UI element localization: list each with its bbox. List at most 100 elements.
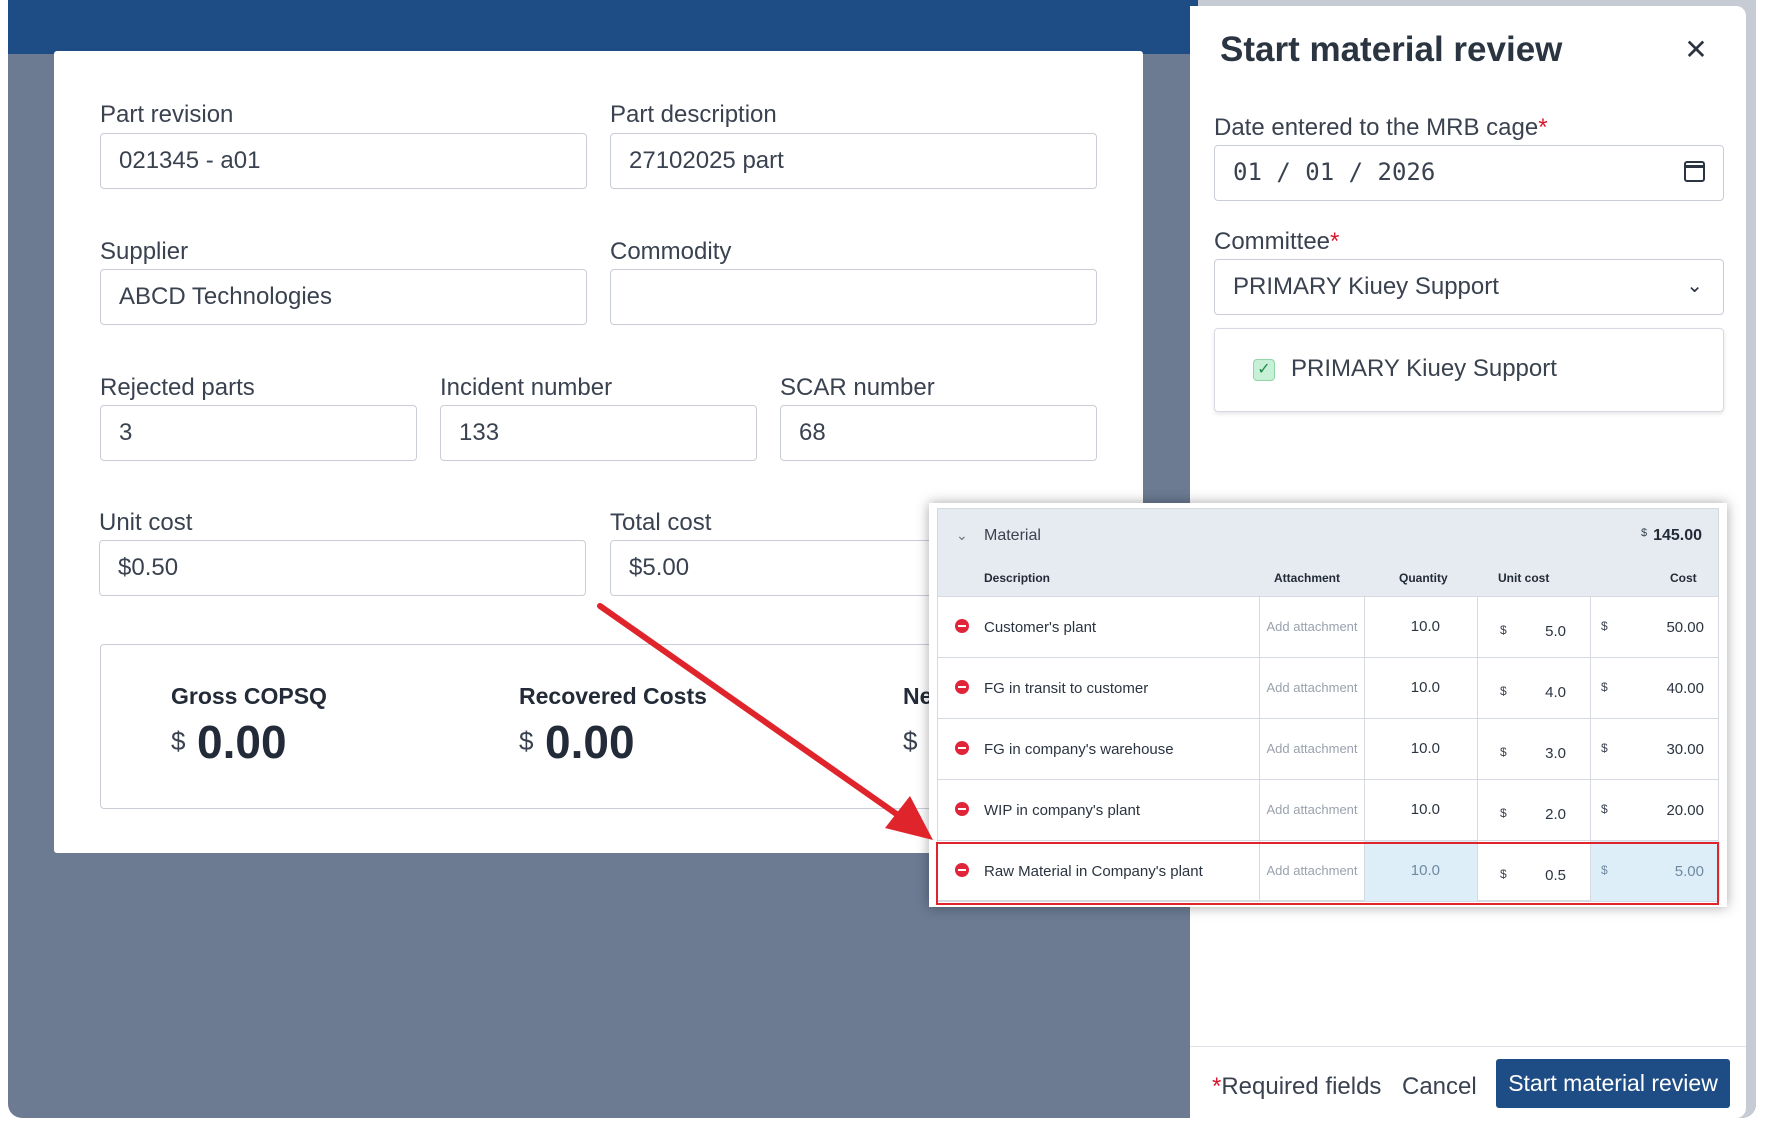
gross-copsq-value: 0.00 xyxy=(197,716,287,768)
add-attachment-link[interactable]: Add attachment xyxy=(1259,658,1365,718)
row-description: Customer's plant xyxy=(984,619,1097,636)
remove-row-icon[interactable] xyxy=(955,619,969,633)
material-title: Material xyxy=(984,527,1041,544)
scar-number-field[interactable]: 68 xyxy=(780,405,1097,461)
unit-cost-field[interactable]: $0.50 xyxy=(99,540,586,596)
currency-symbol: $ xyxy=(1500,806,1507,820)
cost-value: 30.00 xyxy=(1666,741,1704,758)
cost-cell: $50.00 xyxy=(1591,597,1720,657)
unit-cost-value: 2.0 xyxy=(1545,806,1566,823)
part-description-label: Part description xyxy=(610,101,777,128)
row-description: Raw Material in Company's plant xyxy=(984,863,1203,880)
remove-row-icon[interactable] xyxy=(955,863,969,877)
quantity-input[interactable]: 10.0 xyxy=(1365,841,1478,901)
quantity-input[interactable]: 10.0 xyxy=(1365,658,1478,718)
currency-symbol: $ xyxy=(1601,802,1608,816)
committee-select[interactable]: PRIMARY Kiuey Support ⌄ xyxy=(1214,259,1724,315)
quantity-input[interactable]: 10.0 xyxy=(1365,780,1478,840)
unit-cost-input[interactable]: $3.0 xyxy=(1478,719,1591,779)
col-quantity: Quantity xyxy=(1399,571,1448,585)
date-value: 01 / 01 / 2026 xyxy=(1233,158,1436,186)
unit-cost-value: 0.5 xyxy=(1545,867,1566,884)
cost-value: 5.00 xyxy=(1674,863,1704,880)
supplier-field[interactable]: ABCD Technologies xyxy=(100,269,587,325)
remove-row-icon[interactable] xyxy=(955,741,969,755)
unit-cost-value: 3.0 xyxy=(1545,745,1566,762)
committee-label: Committee* xyxy=(1214,228,1340,255)
col-unit-cost: Unit cost xyxy=(1498,571,1550,585)
chevron-down-icon[interactable]: ⌄ xyxy=(956,527,968,544)
quantity-input[interactable]: 10.0 xyxy=(1365,719,1478,779)
recovered-costs-value: 0.00 xyxy=(545,716,635,768)
cost-value: 50.00 xyxy=(1666,619,1704,636)
add-attachment-link[interactable]: Add attachment xyxy=(1259,780,1365,840)
recovered-currency: $ xyxy=(519,726,534,756)
commodity-field[interactable] xyxy=(610,269,1097,325)
part-revision-field[interactable]: 021345 - a01 xyxy=(100,133,587,189)
unit-cost-input[interactable]: $4.0 xyxy=(1478,658,1591,718)
unit-cost-value: 4.0 xyxy=(1545,684,1566,701)
add-attachment-link[interactable]: Add attachment xyxy=(1259,597,1365,657)
material-inset: ⌄ Material $145.00 Description Attachmen… xyxy=(929,503,1727,907)
table-row: FG in company's warehouse Add attachment 1… xyxy=(938,719,1718,780)
net-currency: $ xyxy=(903,726,918,756)
committee-option-card: ✓ PRIMARY Kiuey Support xyxy=(1214,328,1724,412)
material-total: $145.00 xyxy=(1640,527,1702,544)
incident-number-label: Incident number xyxy=(440,374,613,401)
unit-cost-input[interactable]: $5.0 xyxy=(1478,597,1591,657)
cost-value: 20.00 xyxy=(1666,802,1704,819)
commodity-label: Commodity xyxy=(610,238,732,265)
cost-cell: $20.00 xyxy=(1591,780,1720,840)
rejected-parts-field[interactable]: 3 xyxy=(100,405,417,461)
part-revision-label: Part revision xyxy=(100,101,234,128)
close-icon[interactable]: ✕ xyxy=(1678,32,1714,68)
table-row: Customer's plant Add attachment 10.0 $5.0 $5… xyxy=(938,597,1718,658)
table-row: Raw Material in Company's plant Add attac… xyxy=(938,841,1720,902)
panel-title: Start material review xyxy=(1220,30,1563,69)
currency-symbol: $ xyxy=(1601,680,1608,694)
incident-number-field[interactable]: 133 xyxy=(440,405,757,461)
date-label: Date entered to the MRB cage* xyxy=(1214,114,1548,141)
table-row: WIP in company's plant Add attachment 10.0… xyxy=(938,780,1718,841)
remove-row-icon[interactable] xyxy=(955,680,969,694)
cost-cell: $40.00 xyxy=(1591,658,1720,718)
cost-value: 40.00 xyxy=(1666,680,1704,697)
currency-symbol: $ xyxy=(1500,684,1507,698)
chevron-down-icon: ⌄ xyxy=(1686,275,1703,297)
table-row: FG in transit to customer Add attachment 1… xyxy=(938,658,1718,719)
col-cost: Cost xyxy=(1670,571,1697,585)
unit-cost-input[interactable]: $2.0 xyxy=(1478,780,1591,840)
required-fields-note: *Required fields xyxy=(1212,1073,1382,1100)
currency-symbol: $ xyxy=(1500,745,1507,759)
material-header: ⌄ Material $145.00 Description Attachmen… xyxy=(938,509,1718,597)
col-attachment: Attachment xyxy=(1274,571,1341,585)
row-description: WIP in company's plant xyxy=(984,802,1140,819)
unit-cost-label: Unit cost xyxy=(99,509,193,536)
unit-cost-value: 5.0 xyxy=(1545,623,1566,640)
currency-symbol: $ xyxy=(1601,863,1608,877)
committee-checkbox[interactable]: ✓ xyxy=(1253,359,1275,381)
date-input[interactable]: 01 / 01 / 2026 xyxy=(1214,145,1724,201)
quantity-input[interactable]: 10.0 xyxy=(1365,597,1478,657)
add-attachment-link[interactable]: Add attachment xyxy=(1259,841,1365,901)
remove-row-icon[interactable] xyxy=(955,802,969,816)
unit-cost-input[interactable]: $0.5 xyxy=(1478,841,1591,901)
scar-number-label: SCAR number xyxy=(780,374,935,401)
currency-symbol: $ xyxy=(1601,741,1608,755)
cost-summary: Gross COPSQ $ 0.00 Recovered Costs $ 0.0… xyxy=(100,644,1000,809)
row-description: FG in transit to customer xyxy=(984,680,1149,697)
supplier-label: Supplier xyxy=(100,238,189,265)
cancel-button[interactable]: Cancel xyxy=(1402,1073,1477,1101)
total-cost-label: Total cost xyxy=(610,509,712,536)
recovered-costs-label: Recovered Costs xyxy=(519,683,707,709)
currency-symbol: $ xyxy=(1601,619,1608,633)
gross-currency: $ xyxy=(171,726,186,756)
add-attachment-link[interactable]: Add attachment xyxy=(1259,719,1365,779)
part-description-field[interactable]: 27102025 part xyxy=(610,133,1097,189)
start-material-review-button[interactable]: Start material review xyxy=(1496,1059,1730,1108)
col-description: Description xyxy=(984,571,1051,585)
currency-symbol: $ xyxy=(1500,623,1507,637)
committee-option-label: PRIMARY Kiuey Support xyxy=(1291,355,1557,382)
calendar-icon[interactable] xyxy=(1684,161,1705,182)
cost-cell: $5.00 xyxy=(1591,841,1720,901)
